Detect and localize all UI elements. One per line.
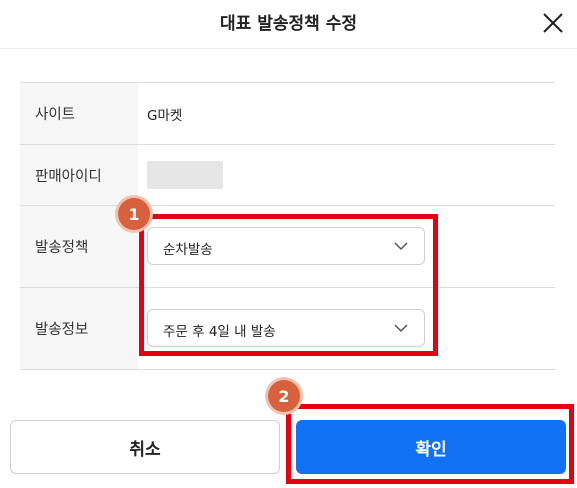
step-badge-1: 1	[118, 198, 150, 230]
shipping-info-row: 발송정보 주문 후 4일 내 발송	[20, 288, 555, 370]
shipping-info-select[interactable]: 주문 후 4일 내 발송	[147, 309, 425, 347]
shipping-policy-select[interactable]: 순차발송	[147, 227, 425, 265]
confirm-button[interactable]: 확인	[296, 420, 566, 474]
close-icon[interactable]	[541, 11, 565, 35]
shipping-policy-row: 발송정책 순차발송	[20, 206, 555, 288]
masked-seller-id	[147, 161, 223, 189]
shipping-info-selected: 주문 후 4일 내 발송	[163, 324, 276, 340]
shipping-info-label: 발송정보	[20, 288, 138, 369]
policy-form: 사이트 G마켓 판매아이디 발송정책 순차발송 발송정보 주문 후 4일 내 발…	[20, 82, 555, 370]
step-badge-2: 2	[268, 380, 300, 412]
chevron-down-icon	[394, 242, 408, 251]
shipping-policy-selected: 순차발송	[163, 242, 213, 258]
seller-id-label: 판매아이디	[20, 145, 138, 205]
cancel-button[interactable]: 취소	[10, 420, 280, 474]
site-label: 사이트	[20, 83, 138, 144]
site-value: G마켓	[147, 107, 183, 124]
seller-id-value	[147, 145, 223, 205]
dialog-header: 대표 발송정책 수정	[0, 0, 577, 49]
dialog-title: 대표 발송정책 수정	[220, 14, 357, 34]
chevron-down-icon	[394, 324, 408, 333]
site-row: 사이트 G마켓	[20, 83, 555, 145]
seller-id-row: 판매아이디	[20, 145, 555, 206]
